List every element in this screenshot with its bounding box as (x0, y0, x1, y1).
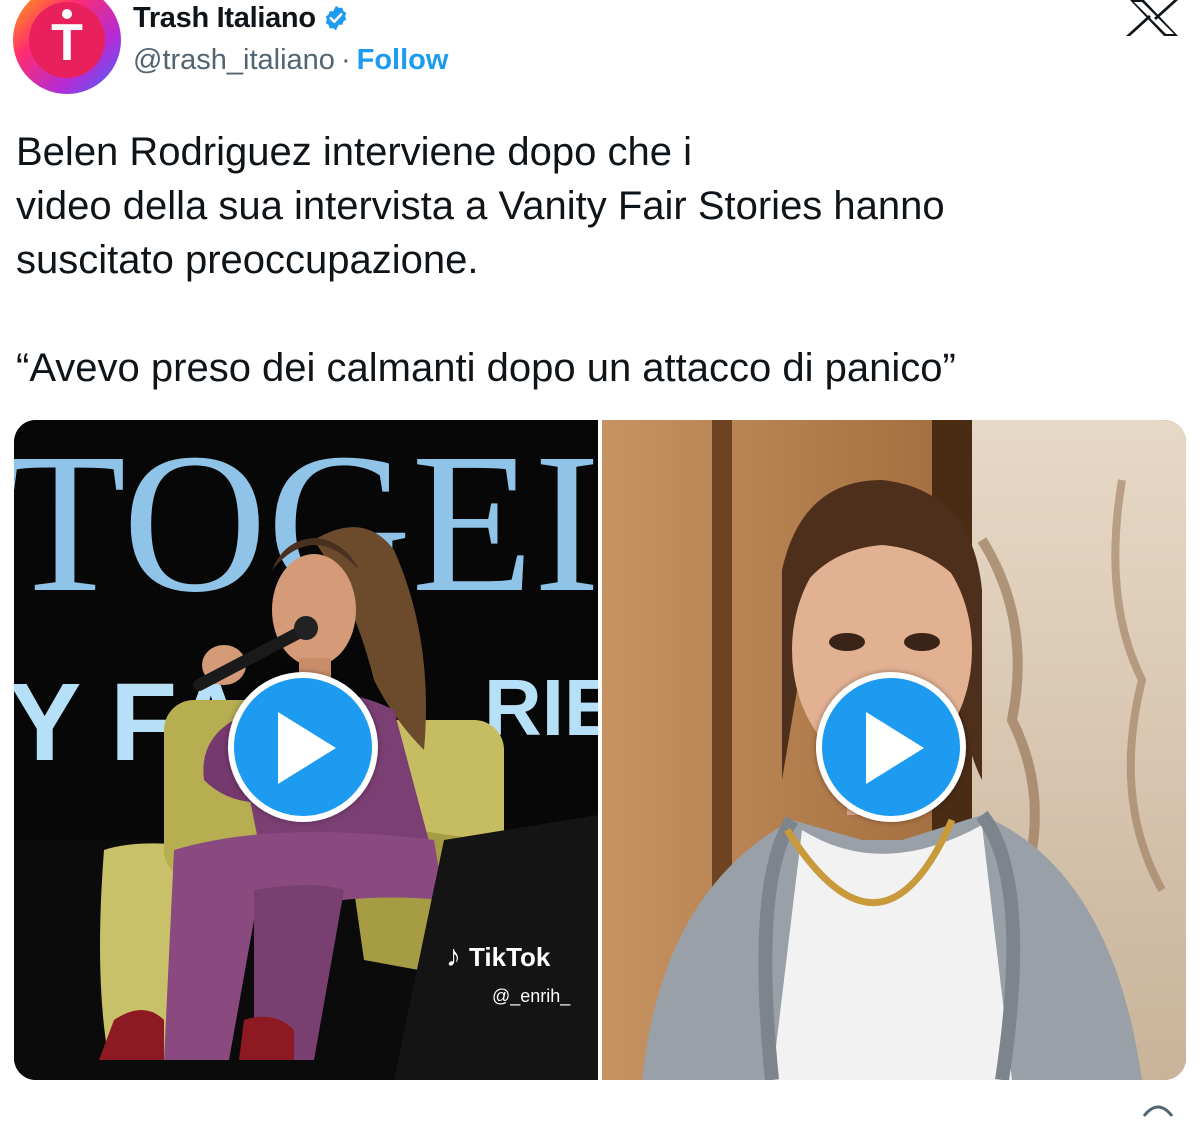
play-button[interactable] (816, 672, 966, 822)
tweet-line: video della sua intervista a Vanity Fair… (16, 184, 945, 228)
play-button[interactable] (228, 672, 378, 822)
follow-button[interactable]: Follow (357, 44, 449, 77)
tiktok-icon: ♪ (446, 940, 461, 973)
separator-dot: · (340, 44, 351, 76)
media-grid: TOGEI Y FA RIE ♪ TikTok @_enrih_ (14, 420, 1186, 1080)
play-icon (866, 712, 924, 784)
footer-arc-icon (1138, 1098, 1178, 1118)
tweet-line: Belen Rodriguez interviene dopo che i (16, 130, 692, 174)
play-icon (278, 712, 336, 784)
avatar[interactable]: T (12, 0, 122, 94)
tweet-quote: “Avevo preso dei calmanti dopo un attacc… (16, 346, 956, 390)
avatar-letter: T (51, 14, 83, 72)
tweet-line: suscitato preoccupazione. (16, 238, 479, 282)
video-tile-left[interactable]: TOGEI Y FA RIE ♪ TikTok @_enrih_ (14, 420, 598, 1080)
handle[interactable]: @trash_italiano (133, 44, 335, 77)
tiktok-handle: @_enrih_ (492, 986, 571, 1006)
tweet-text: Belen Rodriguez interviene dopo che i vi… (16, 125, 1176, 395)
verified-badge-icon (322, 4, 350, 32)
x-logo-icon[interactable] (1122, 0, 1186, 38)
display-name[interactable]: Trash Italiano (133, 2, 316, 35)
video-tile-right[interactable] (602, 420, 1186, 1080)
author-info: Trash Italiano @trash_italiano · Follow (133, 0, 448, 77)
tiktok-label: TikTok (469, 941, 551, 972)
tiktok-watermark: ♪ TikTok (446, 940, 550, 974)
